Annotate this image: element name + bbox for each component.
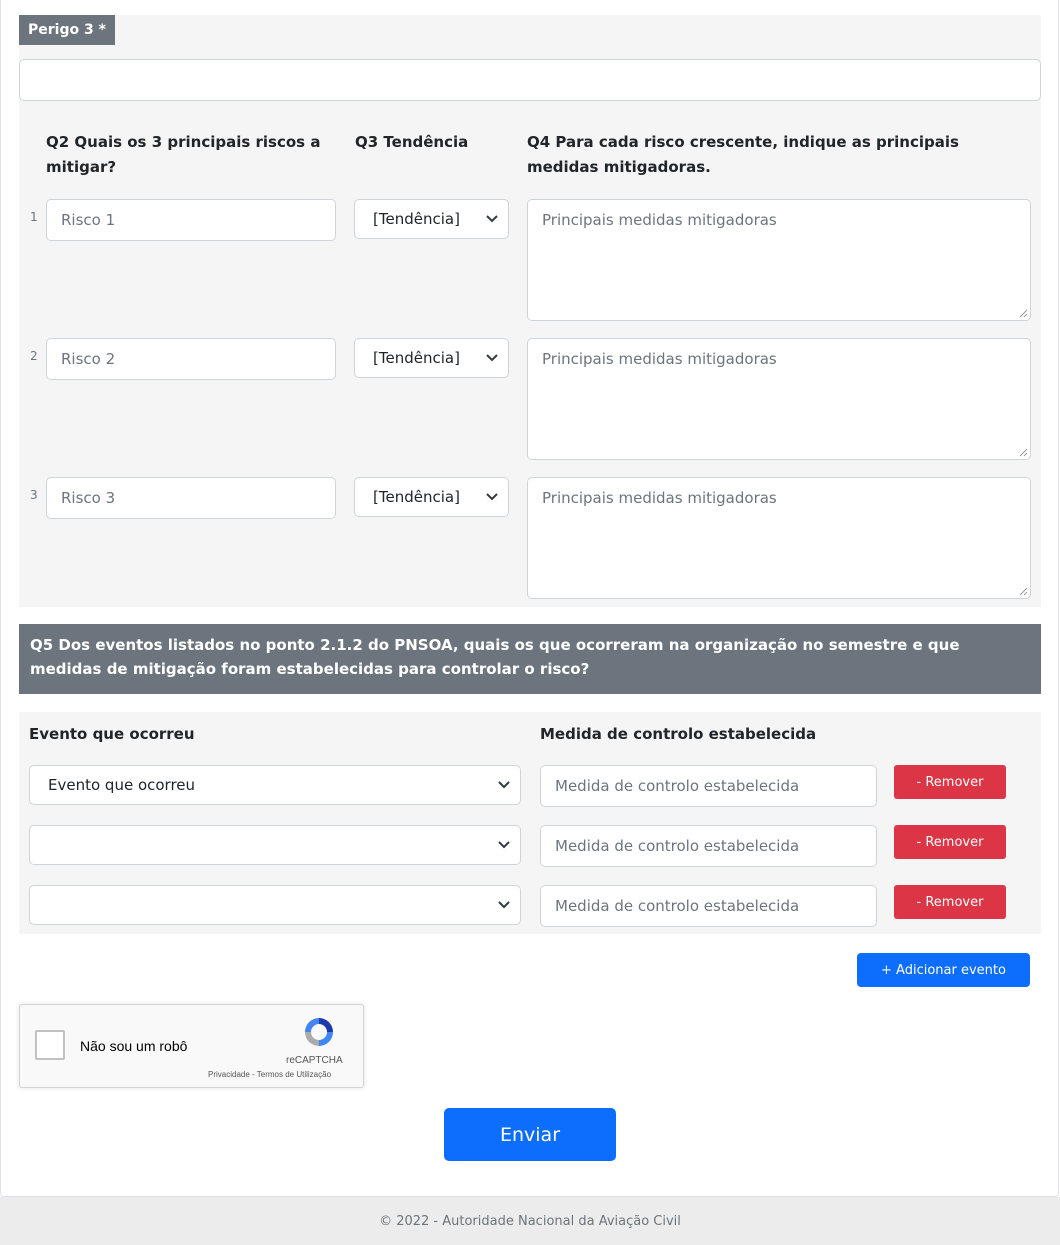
recaptcha-checkbox[interactable] bbox=[35, 1030, 65, 1060]
q4-header: Q4 Para cada risco crescente, indique as… bbox=[527, 133, 959, 176]
row-number: 3 bbox=[30, 488, 38, 502]
trend-select-3[interactable]: [Tendência] bbox=[354, 477, 509, 517]
event-select-1[interactable]: Evento que ocorreu bbox=[29, 765, 521, 805]
remove-button-2[interactable]: - Remover bbox=[894, 825, 1006, 859]
mitigation-placeholder: Principais medidas mitigadoras bbox=[542, 350, 777, 368]
chevron-down-icon bbox=[486, 354, 498, 362]
mitigation-placeholder: Principais medidas mitigadoras bbox=[542, 211, 777, 229]
recaptcha-links[interactable]: Privacidade - Termos de Utilização bbox=[208, 1070, 331, 1079]
recaptcha-label: Não sou um robô bbox=[80, 1038, 188, 1054]
chevron-down-icon bbox=[498, 781, 510, 789]
trend-select-value: [Tendência] bbox=[373, 349, 460, 367]
risk-input-3[interactable]: Risco 3 bbox=[46, 477, 336, 519]
chevron-down-icon bbox=[486, 215, 498, 223]
chevron-down-icon bbox=[498, 841, 510, 849]
q3-header: Q3 Tendência bbox=[355, 133, 469, 151]
event-select-2[interactable] bbox=[29, 825, 521, 865]
chevron-down-icon bbox=[486, 493, 498, 501]
remove-button-1[interactable]: - Remover bbox=[894, 765, 1006, 799]
event-select-3[interactable] bbox=[29, 885, 521, 925]
chevron-down-icon bbox=[498, 901, 510, 909]
resize-grip-icon[interactable] bbox=[1019, 448, 1028, 457]
submit-button[interactable]: Enviar bbox=[444, 1108, 616, 1161]
resize-grip-icon[interactable] bbox=[1019, 587, 1028, 596]
mitigation-placeholder: Principais medidas mitigadoras bbox=[542, 489, 777, 507]
trend-select-2[interactable]: [Tendência] bbox=[354, 338, 509, 378]
q5-header: Q5 Dos eventos listados no ponto 2.1.2 d… bbox=[19, 624, 1041, 694]
footer: © 2022 - Autoridade Nacional da Aviação … bbox=[0, 1197, 1060, 1245]
q2-header: Q2 Quais os 3 principais riscos a mitiga… bbox=[46, 133, 321, 176]
trend-select-value: [Tendência] bbox=[373, 488, 460, 506]
trend-select-value: [Tendência] bbox=[373, 210, 460, 228]
trend-select-1[interactable]: [Tendência] bbox=[354, 199, 509, 239]
remove-button-3[interactable]: - Remover bbox=[894, 885, 1006, 919]
event-select-value: Evento que ocorreu bbox=[48, 776, 196, 794]
recaptcha-logo-icon bbox=[305, 1018, 333, 1046]
risk-input-2[interactable]: Risco 2 bbox=[46, 338, 336, 380]
recaptcha-widget: Não sou um robô reCAPTCHA Privacidade - … bbox=[19, 1004, 364, 1088]
mitigation-textarea-2[interactable]: Principais medidas mitigadoras bbox=[527, 338, 1031, 460]
risk-input-1[interactable]: Risco 1 bbox=[46, 199, 336, 241]
perigo-input[interactable] bbox=[19, 59, 1041, 101]
perigo-badge: Perigo 3 * bbox=[19, 15, 115, 45]
measure-input-2[interactable]: Medida de controlo estabelecida bbox=[540, 825, 877, 867]
measure-input-3[interactable]: Medida de controlo estabelecida bbox=[540, 885, 877, 927]
event-column-header: Evento que ocorreu bbox=[29, 725, 195, 743]
footer-copyright: © 2022 - Autoridade Nacional da Aviação … bbox=[379, 1213, 681, 1229]
measure-input-1[interactable]: Medida de controlo estabelecida bbox=[540, 765, 877, 807]
add-event-button[interactable]: + Adicionar evento bbox=[857, 953, 1030, 987]
resize-grip-icon[interactable] bbox=[1019, 309, 1028, 318]
mitigation-textarea-1[interactable]: Principais medidas mitigadoras bbox=[527, 199, 1031, 321]
recaptcha-brand: reCAPTCHA bbox=[286, 1055, 343, 1066]
mitigation-textarea-3[interactable]: Principais medidas mitigadoras bbox=[527, 477, 1031, 599]
row-number: 2 bbox=[30, 349, 38, 363]
measure-column-header: Medida de controlo estabelecida bbox=[540, 725, 817, 743]
row-number: 1 bbox=[30, 210, 38, 224]
